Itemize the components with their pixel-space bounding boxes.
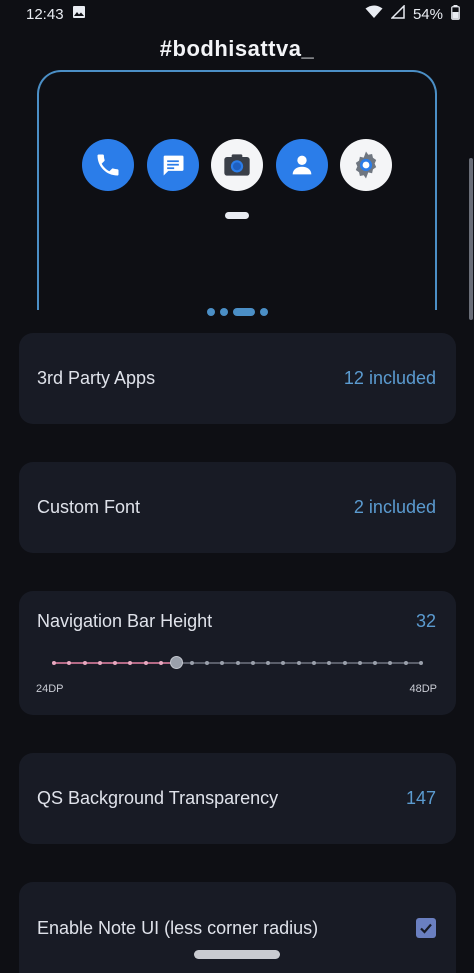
phone-icon (82, 139, 134, 191)
slider-tick (357, 661, 362, 665)
note-ui-row: Enable Note UI (less corner radius) (37, 898, 436, 958)
slider-tick (143, 661, 148, 665)
note-ui-card[interactable]: Enable Note UI (less corner radius) (19, 882, 456, 973)
pager-dot[interactable] (259, 308, 268, 316)
page-title: #bodhisattva_ (159, 36, 315, 61)
nav-bar-height-header: Navigation Bar Height 32 (37, 611, 436, 632)
slider-tick (281, 661, 286, 665)
qs-transparency-card[interactable]: QS Background Transparency 147 (19, 753, 456, 844)
slider-tick (296, 661, 301, 665)
slider-tick (204, 661, 209, 665)
qs-transparency-value: 147 (405, 788, 436, 808)
scrollbar[interactable] (469, 158, 473, 320)
note-ui-label: Enable Note UI (less corner radius) (37, 917, 319, 938)
check-icon (420, 923, 432, 934)
gesture-nav-handle[interactable] (194, 950, 280, 959)
status-time: 12:43 (26, 5, 64, 23)
slider-min-label: 24DP (36, 683, 64, 695)
pager-dot[interactable] (206, 308, 215, 316)
status-bar: 12:43 54% (0, 0, 474, 28)
custom-font-value: 2 included (353, 497, 436, 517)
third-party-apps-label: 3rd Party Apps (37, 368, 156, 388)
slider-tick (113, 661, 118, 665)
slider-tick (266, 661, 271, 665)
slider-tick (128, 661, 133, 665)
custom-font-card[interactable]: Custom Font 2 included (19, 462, 456, 553)
camera-icon (211, 139, 263, 191)
wifi-icon (365, 5, 383, 23)
settings-icon (340, 139, 392, 191)
pager-dot-active[interactable] (232, 308, 255, 316)
slider-tick (82, 661, 87, 665)
slider-max-label: 48DP (409, 683, 437, 695)
status-right: 54% (365, 4, 460, 24)
messages-icon (146, 139, 199, 191)
battery-icon (451, 4, 460, 24)
nav-bar-height-card: Navigation Bar Height 32 24DP 48DP (19, 591, 456, 715)
nav-bar-height-value: 32 (415, 611, 436, 631)
qs-transparency-label: QS Background Transparency (37, 788, 279, 808)
slider-tick (189, 661, 194, 665)
gallery-icon (72, 5, 86, 23)
third-party-apps-value: 12 included (343, 368, 436, 388)
pager-dot[interactable] (219, 308, 228, 316)
slider-tick (159, 661, 164, 665)
note-ui-checkbox[interactable] (416, 918, 436, 938)
slider-tick (403, 661, 408, 665)
qs-transparency-row: QS Background Transparency 147 (37, 753, 436, 844)
slider-tick (67, 661, 72, 665)
nav-bar-height-label: Navigation Bar Height (37, 611, 213, 631)
custom-font-row: Custom Font 2 included (37, 462, 436, 553)
slider-tick (419, 661, 423, 665)
slider-tick (97, 661, 102, 665)
third-party-apps-row: 3rd Party Apps 12 included (37, 333, 436, 424)
slider-thumb[interactable] (169, 656, 183, 669)
preview-home-pill (225, 212, 249, 219)
slider-tick (388, 661, 393, 665)
slider-tick (235, 661, 240, 665)
slider-tick (250, 661, 255, 665)
slider-tick (373, 661, 378, 665)
preview-dock (82, 139, 392, 191)
slider-tick (311, 661, 316, 665)
slider-tick (220, 661, 225, 665)
slider-tick (327, 661, 332, 665)
slider-tick (52, 661, 56, 665)
custom-font-label: Custom Font (37, 497, 141, 517)
signal-icon (390, 4, 405, 23)
contacts-icon (275, 139, 328, 191)
third-party-apps-card[interactable]: 3rd Party Apps 12 included (19, 333, 456, 424)
nav-bar-height-slider[interactable] (52, 656, 423, 669)
battery-percent: 54% (412, 5, 443, 23)
status-left: 12:43 (26, 5, 86, 23)
slider-tick (342, 661, 347, 665)
preview-pager[interactable] (0, 307, 474, 317)
